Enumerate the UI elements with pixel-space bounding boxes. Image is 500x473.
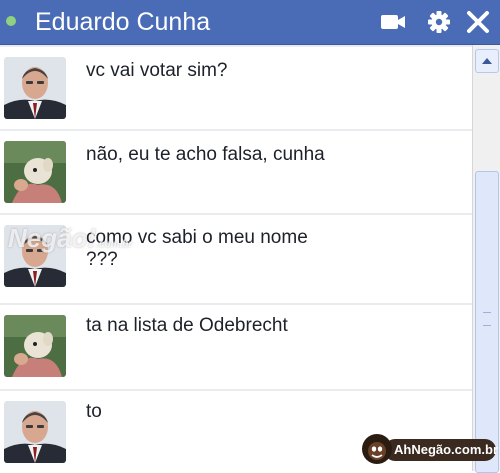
- mascot-icon: [362, 434, 392, 464]
- close-icon[interactable]: [463, 8, 493, 36]
- chat-scrollbar[interactable]: [472, 45, 500, 473]
- chat-titlebar: Eduardo Cunha: [0, 0, 500, 45]
- watermark-main: Negão!: [8, 223, 97, 253]
- watermark-sub: .com.br: [96, 239, 133, 250]
- chat-message-area: vc vai votar sim? não, eu te acho falsa,…: [0, 45, 472, 471]
- sender-avatar[interactable]: [4, 401, 66, 463]
- message-row: não, eu te acho falsa, cunha: [0, 131, 472, 213]
- sender-avatar[interactable]: [4, 141, 66, 203]
- message-text: vc vai votar sim?: [86, 60, 228, 81]
- watermark-logo: Negão!.com.br: [8, 223, 132, 254]
- message-text: como vc sabi o meu nome ???: [86, 227, 308, 270]
- message-text: não, eu te acho falsa, cunha: [86, 144, 325, 165]
- badge-text: AhNegão.com.br: [394, 442, 499, 457]
- message-text: ta na lista de Odebrecht: [86, 315, 288, 336]
- video-camera-icon[interactable]: [378, 8, 408, 36]
- thumb-grip: [483, 312, 491, 326]
- sender-avatar[interactable]: [4, 315, 66, 377]
- message-text: to: [86, 401, 102, 422]
- message-row: vc vai votar sim?: [0, 47, 472, 129]
- scroll-up-button[interactable]: [475, 49, 499, 73]
- sender-avatar[interactable]: [4, 57, 66, 119]
- message-row: ta na lista de Odebrecht: [0, 305, 472, 389]
- scroll-thumb[interactable]: [475, 171, 499, 473]
- gear-icon[interactable]: [424, 8, 454, 36]
- online-status-dot: [6, 16, 16, 26]
- site-badge: AhNegão.com.br: [362, 434, 499, 464]
- contact-name-title[interactable]: Eduardo Cunha: [35, 7, 210, 37]
